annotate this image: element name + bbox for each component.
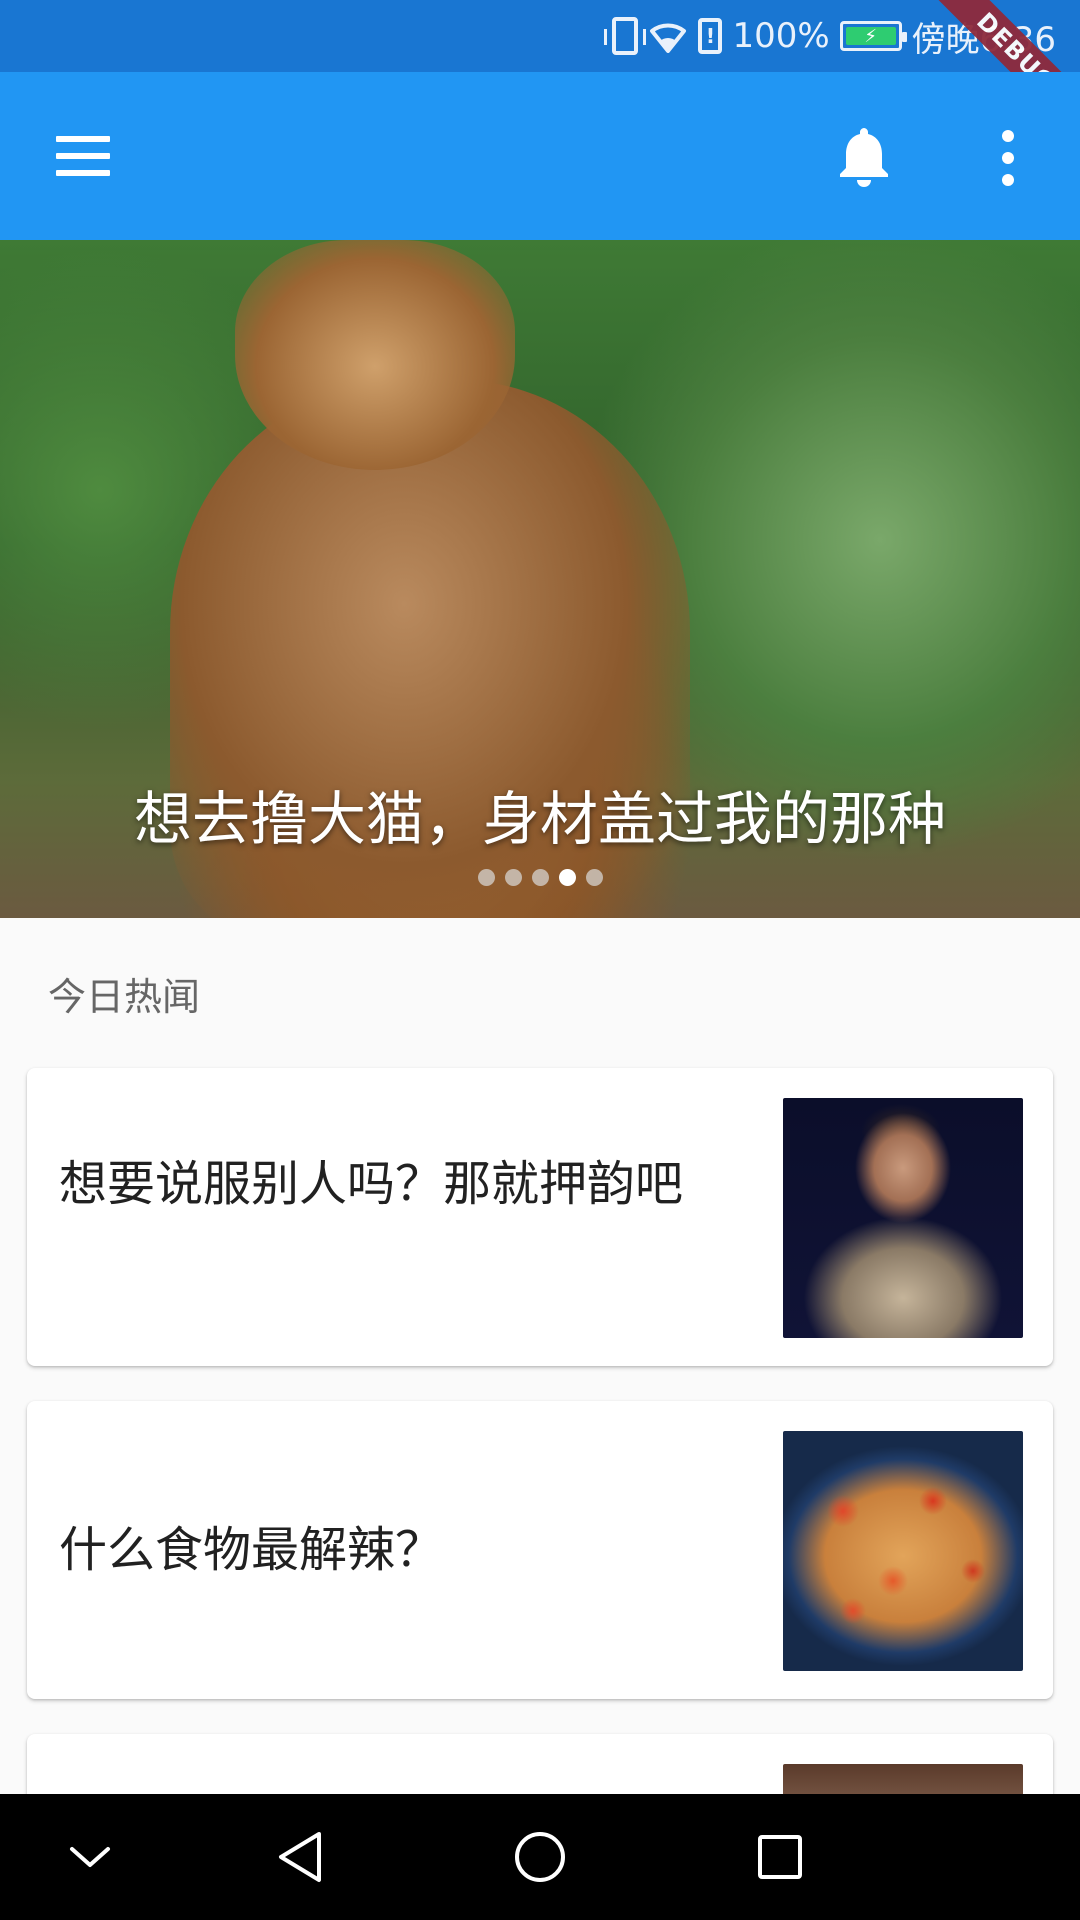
news-card-thumbnail [783, 1431, 1023, 1671]
home-icon[interactable] [480, 1794, 600, 1920]
carousel-dot[interactable] [477, 869, 495, 886]
banner-carousel[interactable]: 想去撸大猫，身材盖过我的那种 [0, 240, 1080, 918]
vibrate-icon [604, 17, 647, 55]
carousel-dot[interactable] [504, 869, 522, 886]
banner-caption: 想去撸大猫，身材盖过我的那种 [133, 785, 946, 853]
system-nav-bar [0, 1794, 1080, 1920]
back-icon[interactable] [240, 1794, 360, 1920]
news-card-thumbnail [783, 1098, 1023, 1338]
alert-icon: ! [698, 18, 723, 54]
recents-icon[interactable] [720, 1794, 840, 1920]
chevron-down-icon[interactable] [30, 1794, 150, 1920]
section-title: 今日热闻 [48, 975, 201, 1019]
menu-icon[interactable] [56, 136, 112, 176]
carousel-dot-active[interactable] [558, 869, 576, 886]
news-card[interactable]: 想要说服别人吗？那就押韵吧 [27, 1068, 1053, 1366]
carousel-dot[interactable] [585, 869, 603, 886]
news-card-title: 想要说服别人吗？那就押韵吧 [59, 1156, 684, 1212]
banner-image-head [235, 240, 515, 470]
news-card[interactable]: 什么食物最解辣？ [27, 1401, 1053, 1699]
battery-charging-icon: ⚡ [839, 21, 907, 51]
more-vert-icon[interactable] [996, 130, 1020, 186]
wifi-icon [648, 19, 688, 53]
carousel-indicator [0, 869, 1080, 886]
notifications-icon[interactable] [836, 124, 892, 188]
news-card-title: 什么食物最解辣？ [59, 1522, 444, 1578]
status-bar: ! 100% ⚡ 傍晚6:36 DEBUG [0, 0, 1080, 72]
app-bar [0, 72, 1080, 240]
carousel-dot[interactable] [531, 869, 549, 886]
battery-percent: 100% [732, 16, 830, 56]
